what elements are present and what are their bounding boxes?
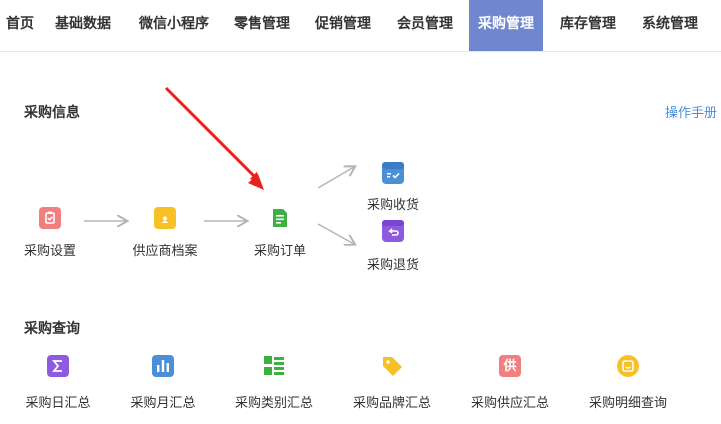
purchase-query-title: 采购查询: [24, 320, 80, 336]
node-label: 采购退货: [366, 257, 419, 272]
query-label: 采购品牌汇总: [352, 395, 431, 410]
smiley-badge-icon: [617, 355, 639, 377]
clipboard-icon: [39, 207, 61, 229]
query-label: 采购明细查询: [588, 395, 667, 410]
query-label: 采购供应汇总: [470, 395, 549, 410]
query-brand-summary[interactable]: 采购品牌汇总: [337, 355, 447, 411]
sigma-icon: [47, 355, 69, 377]
node-purchase-return[interactable]: 采购退货: [338, 220, 448, 273]
inbox-check-icon: [382, 162, 404, 184]
annotation-red-arrowhead: [248, 174, 264, 190]
node-label: 供应商档案: [132, 243, 198, 258]
query-label: 采购月汇总: [130, 395, 196, 410]
bar-chart-icon: [152, 355, 174, 377]
tag-icon: [381, 355, 403, 377]
return-box-icon: [382, 220, 404, 242]
document-icon: [269, 207, 291, 229]
node-purchase-order[interactable]: 采购订单: [225, 207, 335, 259]
node-purchase-receive[interactable]: 采购收货: [338, 162, 448, 213]
query-daily-summary[interactable]: 采购日汇总: [3, 355, 113, 411]
node-purchase-setup[interactable]: 采购设置: [0, 207, 105, 259]
query-monthly-summary[interactable]: 采购月汇总: [108, 355, 218, 411]
supply-badge-icon: 供: [499, 355, 521, 377]
query-category-summary[interactable]: 采购类别汇总: [219, 355, 329, 411]
query-detail[interactable]: 采购明细查询: [573, 355, 683, 411]
node-label: 采购收货: [366, 197, 419, 212]
node-label: 采购订单: [253, 243, 306, 258]
node-supplier-archive[interactable]: 供应商档案: [110, 207, 220, 259]
annotation-red-arrow: [164, 86, 261, 183]
node-label: 采购设置: [23, 243, 76, 258]
query-supply-summary[interactable]: 供 采购供应汇总: [455, 355, 565, 411]
query-label: 采购类别汇总: [234, 395, 313, 410]
list-icon: [263, 355, 285, 377]
folder-user-icon: [154, 207, 176, 229]
query-label: 采购日汇总: [25, 395, 91, 410]
